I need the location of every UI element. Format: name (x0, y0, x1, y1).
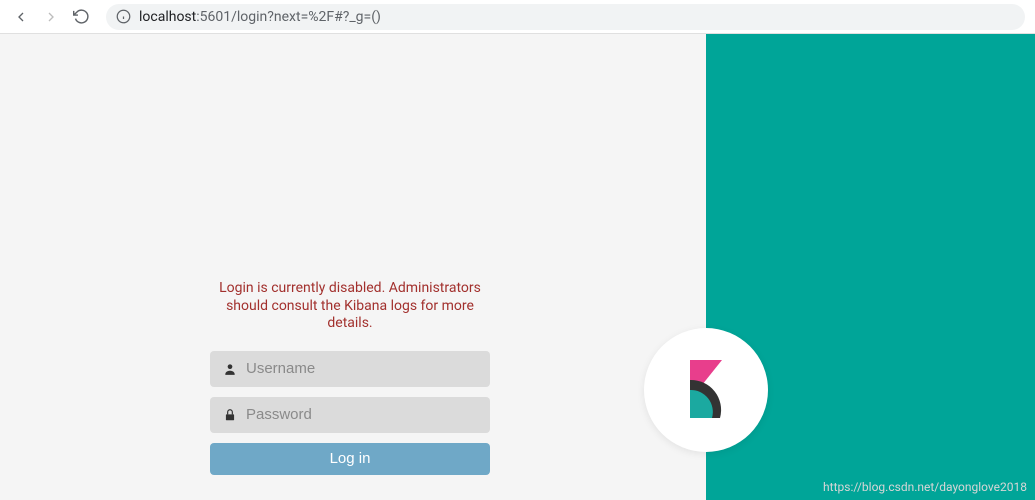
kibana-logo-circle (644, 328, 768, 452)
info-icon (116, 9, 131, 24)
login-button[interactable]: Log in (210, 443, 490, 475)
watermark-text: https://blog.csdn.net/dayonglove2018 (823, 480, 1027, 494)
brand-pane: https://blog.csdn.net/dayonglove2018 (706, 34, 1035, 500)
password-input[interactable] (246, 406, 480, 423)
username-input[interactable] (246, 360, 480, 377)
url-path: :5601/login?next=%2F#?_g=() (196, 9, 381, 25)
user-icon (220, 362, 240, 376)
password-field-wrapper[interactable] (210, 397, 490, 433)
lock-icon (220, 408, 240, 422)
login-pane: Login is currently disabled. Administrat… (0, 34, 706, 500)
address-bar[interactable]: localhost:5601/login?next=%2F#?_g=() (106, 4, 1025, 30)
forward-button[interactable] (40, 6, 62, 28)
kibana-logo-icon (682, 360, 730, 420)
login-error-message: Login is currently disabled. Administrat… (210, 280, 490, 333)
url-host: localhost (139, 9, 196, 25)
url-text: localhost:5601/login?next=%2F#?_g=() (139, 9, 381, 25)
browser-toolbar: localhost:5601/login?next=%2F#?_g=() (0, 0, 1035, 34)
reload-button[interactable] (70, 6, 92, 28)
page-content: Login is currently disabled. Administrat… (0, 34, 1035, 500)
username-field-wrapper[interactable] (210, 351, 490, 387)
back-button[interactable] (10, 6, 32, 28)
login-form: Login is currently disabled. Administrat… (210, 280, 490, 475)
